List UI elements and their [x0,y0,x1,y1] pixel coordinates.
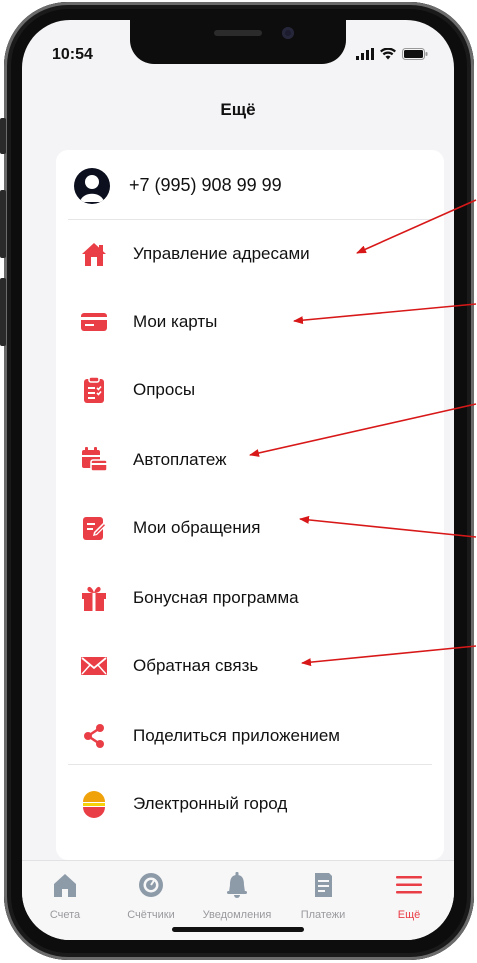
annotation-arrows [249,199,477,667]
annotation-arrow [301,645,477,667]
annotation-arrow [249,403,477,457]
annotation-arrow [293,303,477,325]
annotation-arrow [356,199,477,254]
annotation-arrow [299,515,477,538]
